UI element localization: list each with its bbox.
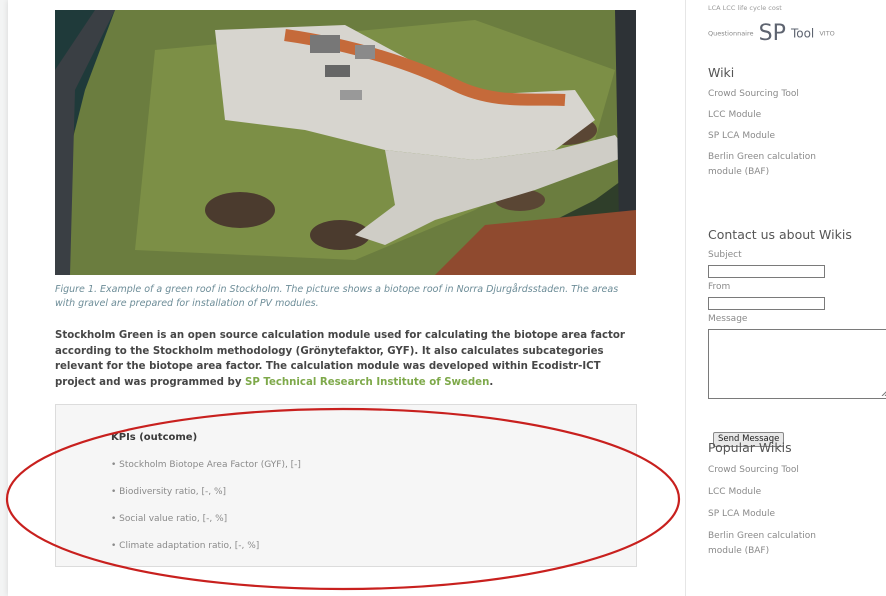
wiki-link-sp-lca[interactable]: SP LCA Module: [708, 129, 838, 144]
kpi-item: • Biodiversity ratio, [-, %]: [111, 487, 227, 497]
subject-label: Subject: [708, 250, 742, 260]
tag-vito[interactable]: VITO: [819, 30, 834, 38]
popular-link-lcc-module[interactable]: LCC Module: [708, 485, 838, 500]
wiki-link-berlin-green[interactable]: Berlin Green calculation module (BAF): [708, 150, 838, 180]
kpi-title: KPIs (outcome): [111, 432, 198, 443]
popular-link-crowd-sourcing[interactable]: Crowd Sourcing Tool: [708, 463, 838, 478]
page-container: Figure 1. Example of a green roof in Sto…: [8, 0, 886, 596]
wiki-heading: Wiki: [708, 65, 735, 80]
kpi-item: • Climate adaptation ratio, [-, %]: [111, 541, 260, 551]
intro-end: .: [489, 376, 494, 388]
tag-tool[interactable]: Tool: [791, 27, 814, 41]
figure-caption: Figure 1. Example of a green roof in Sto…: [55, 284, 619, 309]
resize-grip-icon[interactable]: [881, 388, 886, 396]
subject-input[interactable]: [708, 265, 825, 278]
from-input[interactable]: [708, 297, 825, 310]
popular-wikis-heading: Popular Wikis: [708, 440, 792, 455]
kpi-item: • Social value ratio, [-, %]: [111, 514, 228, 524]
sp-technical-link[interactable]: SP Technical Research Institute of Swede…: [245, 377, 489, 388]
tag-sp[interactable]: SP: [759, 21, 786, 46]
popular-link-sp-lca[interactable]: SP LCA Module: [708, 507, 838, 522]
tag-cloud-line[interactable]: LCA LCC life cycle cost: [708, 4, 782, 12]
kpi-item: • Stockholm Biotope Area Factor (GYF), […: [111, 460, 301, 470]
wiki-link-lcc-module[interactable]: LCC Module: [708, 108, 838, 123]
sidebar: LCA LCC life cycle cost Questionnaire SP…: [708, 0, 886, 596]
tag-questionnaire[interactable]: Questionnaire: [708, 30, 754, 38]
intro-paragraph: Stockholm Green is an open source calcul…: [55, 328, 640, 390]
tag-cloud: Questionnaire SP Tool VITO: [708, 21, 835, 46]
green-roof-photo: [55, 10, 636, 275]
message-textarea[interactable]: [708, 329, 886, 399]
message-label: Message: [708, 314, 748, 324]
popular-link-berlin-green[interactable]: Berlin Green calculation module (BAF): [708, 529, 838, 559]
from-label: From: [708, 282, 731, 292]
contact-heading: Contact us about Wikis: [708, 227, 852, 242]
sidebar-divider: [685, 0, 686, 596]
wiki-link-crowd-sourcing[interactable]: Crowd Sourcing Tool: [708, 87, 838, 102]
kpi-box: KPIs (outcome) • Stockholm Biotope Area …: [55, 404, 637, 567]
